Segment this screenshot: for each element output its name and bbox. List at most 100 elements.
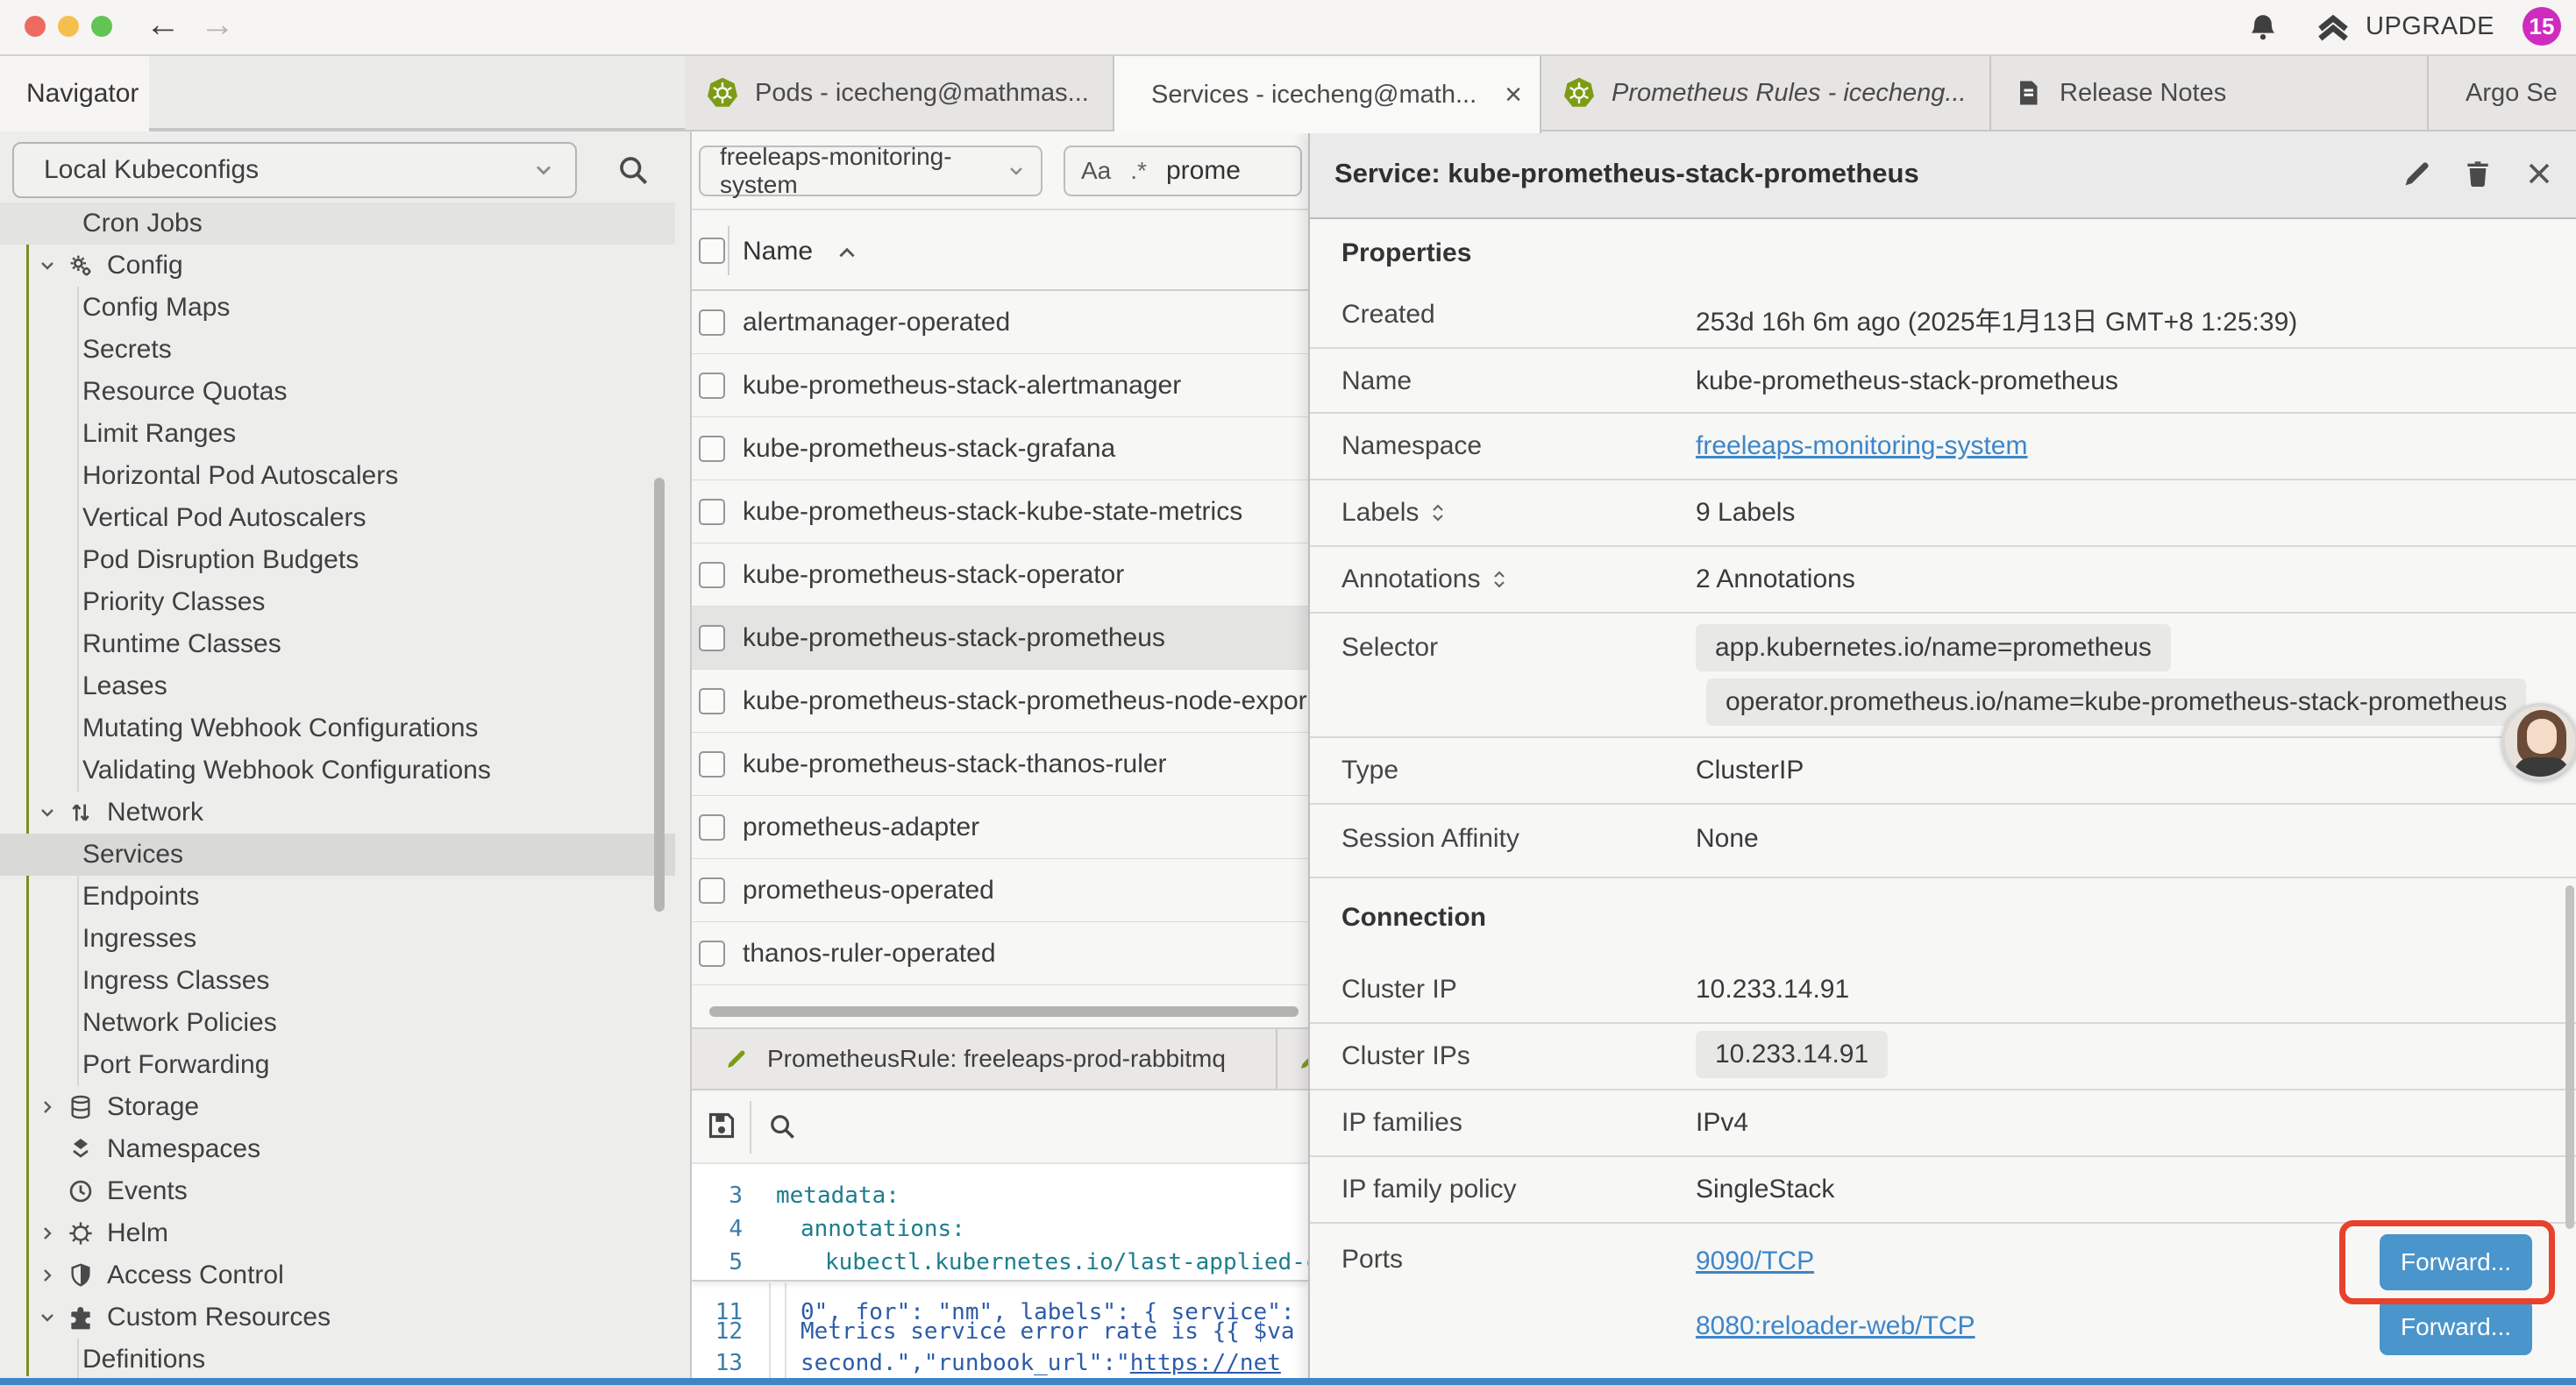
table-row[interactable]: alertmanager-operated <box>692 291 1308 354</box>
tab-close-icon[interactable]: × <box>1505 78 1522 112</box>
search-input[interactable]: Aa .* prome <box>1064 146 1302 196</box>
sidebar-item-network[interactable]: Network <box>0 792 675 834</box>
sidebar-item-port-forwarding[interactable]: Port Forwarding <box>0 1044 675 1086</box>
arrows-up-down-icon <box>67 799 95 827</box>
table-row[interactable]: kube-prometheus-stack-thanos-ruler <box>692 733 1308 796</box>
table-row[interactable]: kube-prometheus-stack-operator <box>692 543 1308 607</box>
puzzle-icon <box>67 1303 95 1332</box>
selector-chip: operator.prometheus.io/name=kube-prometh… <box>1706 678 2526 726</box>
sidebar-item-validating-webhook-configurations[interactable]: Validating Webhook Configurations <box>0 749 675 792</box>
yaml-editor[interactable]: 11 0", for": "nm", labels": { service": … <box>692 1164 1308 1385</box>
tab-pods[interactable]: Pods - icecheng@mathmas... <box>685 56 1114 130</box>
sidebar-item-endpoints[interactable]: Endpoints <box>0 876 675 918</box>
name-column-header[interactable]: Name <box>743 237 813 266</box>
sidebar-item-ingresses[interactable]: Ingresses <box>0 918 675 960</box>
annotations-label[interactable]: Annotations <box>1341 565 1510 594</box>
table-row[interactable]: prometheus-adapter <box>692 796 1308 859</box>
chevron-down-icon <box>37 1307 58 1328</box>
sidebar-item-pod-disruption-budgets[interactable]: Pod Disruption Budgets <box>0 539 675 581</box>
detail-scrollbar[interactable] <box>2565 885 2574 1229</box>
sidebar-item-namespaces[interactable]: Namespaces <box>0 1128 675 1170</box>
sidebar-item-limit-ranges[interactable]: Limit Ranges <box>0 413 675 455</box>
code-link[interactable]: https://net <box>1130 1350 1281 1376</box>
edit-pencil-icon[interactable] <box>2400 156 2435 191</box>
trash-icon[interactable] <box>2460 156 2495 191</box>
table-row-selected[interactable]: kube-prometheus-stack-prometheus <box>692 607 1308 670</box>
sidebar-item-events[interactable]: Events <box>0 1170 675 1212</box>
close-icon[interactable] <box>2522 156 2557 191</box>
table-row[interactable]: prometheus-operated <box>692 859 1308 922</box>
kubeconfig-select[interactable]: Local Kubeconfigs <box>12 142 577 198</box>
tab-prometheus-rules[interactable]: Prometheus Rules - icecheng... <box>1541 56 1991 130</box>
editor-search-icon[interactable] <box>765 1110 799 1143</box>
table-row[interactable]: kube-prometheus-stack-grafana <box>692 417 1308 480</box>
forward-arrow-icon[interactable]: → <box>200 5 235 45</box>
sidebar-item-config[interactable]: Config <box>0 245 675 287</box>
row-checkbox[interactable] <box>699 436 725 462</box>
tab-release-notes[interactable]: Release Notes <box>1991 56 2429 130</box>
notifications-bell-icon[interactable] <box>2245 9 2281 47</box>
horizontal-scrollbar[interactable] <box>709 1006 1299 1017</box>
tab-services[interactable]: Services - icecheng@math... × <box>1114 56 1541 133</box>
upgrade-button[interactable]: UPGRADE <box>2366 12 2494 41</box>
row-checkbox[interactable] <box>699 562 725 588</box>
sidebar-item-access-control[interactable]: Access Control <box>0 1254 675 1296</box>
row-checkbox[interactable] <box>699 877 725 904</box>
regex-toggle[interactable]: .* <box>1130 157 1147 185</box>
sidebar-item-ingress-classes[interactable]: Ingress Classes <box>0 960 675 1002</box>
sidebar-search-icon[interactable] <box>614 151 652 189</box>
sidebar-item-definitions[interactable]: Definitions <box>0 1339 675 1381</box>
layers-icon <box>67 1135 95 1163</box>
labels-label[interactable]: Labels <box>1341 498 1448 528</box>
sidebar-item-resource-quotas[interactable]: Resource Quotas <box>0 371 675 413</box>
namespace-select[interactable]: freeleaps-monitoring-system <box>699 146 1042 196</box>
row-checkbox[interactable] <box>699 309 725 336</box>
namespace-link[interactable]: freeleaps-monitoring-system <box>1696 431 2027 461</box>
notifications-badge[interactable]: 15 <box>2523 7 2561 46</box>
window-close-light[interactable] <box>25 16 46 37</box>
row-checkbox[interactable] <box>699 814 725 841</box>
sidebar-item-secrets[interactable]: Secrets <box>0 329 675 371</box>
sidebar-item-config-maps[interactable]: Config Maps <box>0 287 675 329</box>
select-all-checkbox[interactable] <box>699 238 725 264</box>
sidebar-item-horizontal-pod-autoscalers[interactable]: Horizontal Pod Autoscalers <box>0 455 675 497</box>
row-checkbox[interactable] <box>699 499 725 525</box>
sidebar-item-helm[interactable]: Helm <box>0 1212 675 1254</box>
window-zoom-light[interactable] <box>91 16 112 37</box>
port-link-8080[interactable]: 8080:reloader-web/TCP <box>1696 1311 1975 1341</box>
row-checkbox[interactable] <box>699 688 725 714</box>
sidebar-item-mutating-webhook-configurations[interactable]: Mutating Webhook Configurations <box>0 707 675 749</box>
match-case-toggle[interactable]: Aa <box>1081 157 1111 185</box>
code-text: second.","runbook_url":"https://net <box>801 1350 1281 1376</box>
row-checkbox[interactable] <box>699 751 725 778</box>
chevron-right-icon <box>37 1097 58 1118</box>
upgrade-icon[interactable] <box>2313 9 2353 47</box>
row-checkbox[interactable] <box>699 373 725 399</box>
sidebar-scrollbar[interactable] <box>654 478 665 912</box>
editor-tab-prometheusrule[interactable]: PrometheusRule: freeleaps-prod-rabbitmq <box>692 1029 1277 1089</box>
user-avatar[interactable] <box>2501 703 2576 780</box>
table-row[interactable]: kube-prometheus-stack-kube-state-metrics <box>692 480 1308 543</box>
sidebar-item-storage[interactable]: Storage <box>0 1086 675 1128</box>
sidebar-item-cron-jobs[interactable]: Cron Jobs <box>0 202 675 245</box>
forward-button-8080[interactable]: Forward... <box>2380 1299 2532 1355</box>
sidebar-item-network-policies[interactable]: Network Policies <box>0 1002 675 1044</box>
tab-argo[interactable]: Argo Se <box>2429 56 2576 130</box>
table-row[interactable]: kube-prometheus-stack-prometheus-node-ex… <box>692 670 1308 733</box>
back-arrow-icon[interactable]: ← <box>146 5 181 45</box>
save-icon[interactable] <box>704 1108 739 1143</box>
sidebar-item-runtime-classes[interactable]: Runtime Classes <box>0 623 675 665</box>
table-row[interactable]: kube-prometheus-stack-alertmanager <box>692 354 1308 417</box>
sidebar-item-leases[interactable]: Leases <box>0 665 675 707</box>
tab-navigator[interactable]: Navigator <box>0 56 149 131</box>
table-row[interactable]: thanos-ruler-operated <box>692 922 1308 985</box>
window-minimize-light[interactable] <box>58 16 79 37</box>
row-checkbox[interactable] <box>699 941 725 967</box>
sidebar-item-priority-classes[interactable]: Priority Classes <box>0 581 675 623</box>
port-link-9090[interactable]: 9090/TCP <box>1696 1246 1814 1276</box>
sidebar-item-custom-resources[interactable]: Custom Resources <box>0 1296 675 1339</box>
sort-ascending-icon[interactable] <box>836 244 858 263</box>
row-checkbox[interactable] <box>699 625 725 651</box>
sidebar-item-services[interactable]: Services <box>0 834 675 876</box>
sidebar-item-vertical-pod-autoscalers[interactable]: Vertical Pod Autoscalers <box>0 497 675 539</box>
